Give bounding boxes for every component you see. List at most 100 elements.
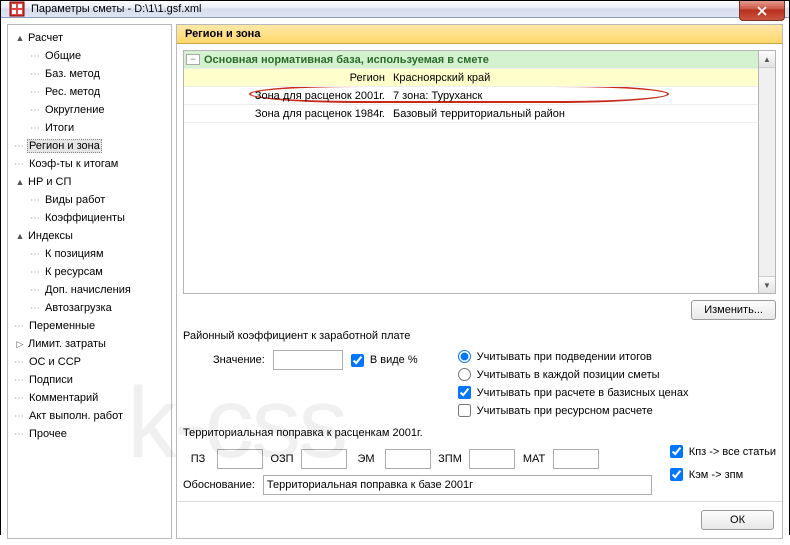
check-input[interactable]: [458, 386, 471, 399]
tree-item[interactable]: ⋯Подписи: [10, 371, 169, 389]
tree-dots-icon: ⋯: [14, 411, 25, 422]
in-percent-checkbox[interactable]: [351, 354, 364, 367]
scroll-down-icon[interactable]: ▼: [759, 276, 775, 293]
tree-item[interactable]: ⋯Переменные: [10, 317, 169, 335]
side-check[interactable]: Кпз -> все статьи: [670, 445, 776, 458]
tree-dots-icon: ⋯: [14, 393, 25, 404]
section-label-coef: Районный коэффициент к заработной плате: [183, 330, 776, 342]
tree-dots-icon: ⋯: [30, 105, 41, 116]
tree-item[interactable]: ▲Индексы: [10, 227, 169, 245]
tree-item[interactable]: ⋯Комментарий: [10, 389, 169, 407]
panel-header: Регион и зона: [177, 25, 782, 44]
content-panel: Регион и зона −Основная нормативная база…: [176, 24, 783, 539]
tree-item-label: Коэф-ты к итогам: [27, 158, 120, 170]
tree-item-label: ОС и ССР: [27, 356, 83, 368]
radio-input[interactable]: [458, 350, 471, 363]
tree-item[interactable]: ⋯Акт выполн. работ: [10, 407, 169, 425]
tree-item[interactable]: ⋯К ресурсам: [10, 263, 169, 281]
in-percent-check[interactable]: В виде %: [351, 354, 418, 367]
check-input[interactable]: [670, 445, 683, 458]
grid-row[interactable]: РегионКрасноярский край: [184, 69, 758, 87]
side-checks: Кпз -> все статьи Кэм -> зпм: [670, 445, 776, 481]
nav-tree[interactable]: ▲Расчет⋯Общие⋯Баз. метод⋯Рес. метод⋯Окру…: [7, 24, 172, 539]
tree-item[interactable]: ⋯К позициям: [10, 245, 169, 263]
tree-item[interactable]: ▲Расчет: [10, 29, 169, 47]
tree-item[interactable]: ⋯Округление: [10, 101, 169, 119]
collapse-icon[interactable]: −: [186, 54, 200, 65]
grid-cell-key: Зона для расценок 1984г.: [184, 108, 389, 120]
check-input[interactable]: [458, 404, 471, 417]
coef-label: МАТ: [519, 453, 549, 465]
grid-scrollbar[interactable]: ▲ ▼: [759, 50, 776, 294]
coef-label: ЗПМ: [435, 453, 465, 465]
coef-input-озп[interactable]: [301, 449, 347, 469]
tree-item[interactable]: ⋯Доп. начисления: [10, 281, 169, 299]
tree-dots-icon: ⋯: [14, 141, 25, 152]
tree-dots-icon: ⋯: [30, 69, 41, 80]
check-input[interactable]: [670, 468, 683, 481]
coef-input-мат[interactable]: [553, 449, 599, 469]
side-check[interactable]: Кэм -> зпм: [670, 468, 776, 481]
radio-input[interactable]: [458, 368, 471, 381]
tree-item[interactable]: ▷Лимит. затраты: [10, 335, 169, 353]
tree-item-label: Подписи: [27, 374, 75, 386]
tree-item[interactable]: ▲НР и СП: [10, 173, 169, 191]
grid-group-header[interactable]: −Основная нормативная база, используемая…: [184, 51, 758, 69]
option-radio[interactable]: Учитывать при подведении итогов: [458, 350, 689, 363]
tree-item[interactable]: ⋯Коэффициенты: [10, 209, 169, 227]
option-check[interactable]: Учитывать при расчете в базисных ценах: [458, 386, 689, 399]
tree-dots-icon: ⋯: [30, 195, 41, 206]
tree-dots-icon: ⋯: [14, 159, 25, 170]
option-check[interactable]: Учитывать при ресурсном расчете: [458, 404, 689, 417]
tree-item-label: НР и СП: [26, 176, 73, 188]
section-label-terr: Территориальная поправка к расценкам 200…: [183, 427, 776, 439]
coef-input-пз[interactable]: [217, 449, 263, 469]
change-button[interactable]: Изменить...: [691, 300, 776, 320]
close-button[interactable]: [739, 1, 785, 21]
tree-item-label: Акт выполн. работ: [27, 410, 125, 422]
scroll-track[interactable]: [759, 68, 775, 276]
tree-dots-icon: ⋯: [30, 303, 41, 314]
tree-item[interactable]: ⋯Коэф-ты к итогам: [10, 155, 169, 173]
tree-item[interactable]: ⋯Рес. метод: [10, 83, 169, 101]
tree-dots-icon: ⋯: [14, 357, 25, 368]
tree-item-label: Баз. метод: [43, 68, 102, 80]
tree-item-label: Регион и зона: [27, 139, 102, 153]
tree-item[interactable]: ⋯ОС и ССР: [10, 353, 169, 371]
tree-item-label: Переменные: [27, 320, 97, 332]
expand-icon[interactable]: ▷: [14, 339, 26, 350]
value-input[interactable]: [273, 350, 343, 370]
tree-item-label: Коэффициенты: [43, 212, 127, 224]
scroll-up-icon[interactable]: ▲: [759, 51, 775, 68]
tree-item[interactable]: ⋯Автозагрузка: [10, 299, 169, 317]
tree-item-label: Расчет: [26, 32, 65, 44]
tree-item[interactable]: ⋯Баз. метод: [10, 65, 169, 83]
tree-item-label: Виды работ: [43, 194, 107, 206]
expand-icon[interactable]: ▲: [14, 33, 26, 43]
expand-icon[interactable]: ▲: [14, 177, 26, 187]
coef-left: Значение: В виде %: [183, 350, 418, 417]
panel-body: −Основная нормативная база, используемая…: [177, 44, 782, 501]
tree-dots-icon: ⋯: [30, 87, 41, 98]
region-grid[interactable]: −Основная нормативная база, используемая…: [183, 50, 759, 294]
grid-row[interactable]: Зона для расценок 1984г.Базовый территор…: [184, 105, 758, 123]
tree-item-label: Комментарий: [27, 392, 100, 404]
tree-item[interactable]: ⋯Итоги: [10, 119, 169, 137]
tree-item[interactable]: ⋯Виды работ: [10, 191, 169, 209]
coef-options: Значение: В виде % Учитывать при подведе…: [183, 350, 776, 417]
tree-item[interactable]: ⋯Прочее: [10, 425, 169, 443]
grid-row[interactable]: Зона для расценок 2001г.7 зона: Туруханс…: [184, 87, 758, 105]
obos-input[interactable]: [263, 475, 652, 495]
ok-button[interactable]: ОК: [701, 510, 774, 530]
coef-input-зпм[interactable]: [469, 449, 515, 469]
expand-icon[interactable]: ▲: [14, 231, 26, 241]
coef-label: ПЗ: [183, 453, 213, 465]
tree-dots-icon: ⋯: [14, 375, 25, 386]
tree-item[interactable]: ⋯Общие: [10, 47, 169, 65]
tree-item-label: Рес. метод: [43, 86, 102, 98]
tree-item[interactable]: ⋯Регион и зона: [10, 137, 169, 155]
option-radio[interactable]: Учитывать в каждой позиции сметы: [458, 368, 689, 381]
coef-input-эм[interactable]: [385, 449, 431, 469]
app-icon: [9, 1, 25, 17]
tree-dots-icon: ⋯: [14, 429, 25, 440]
